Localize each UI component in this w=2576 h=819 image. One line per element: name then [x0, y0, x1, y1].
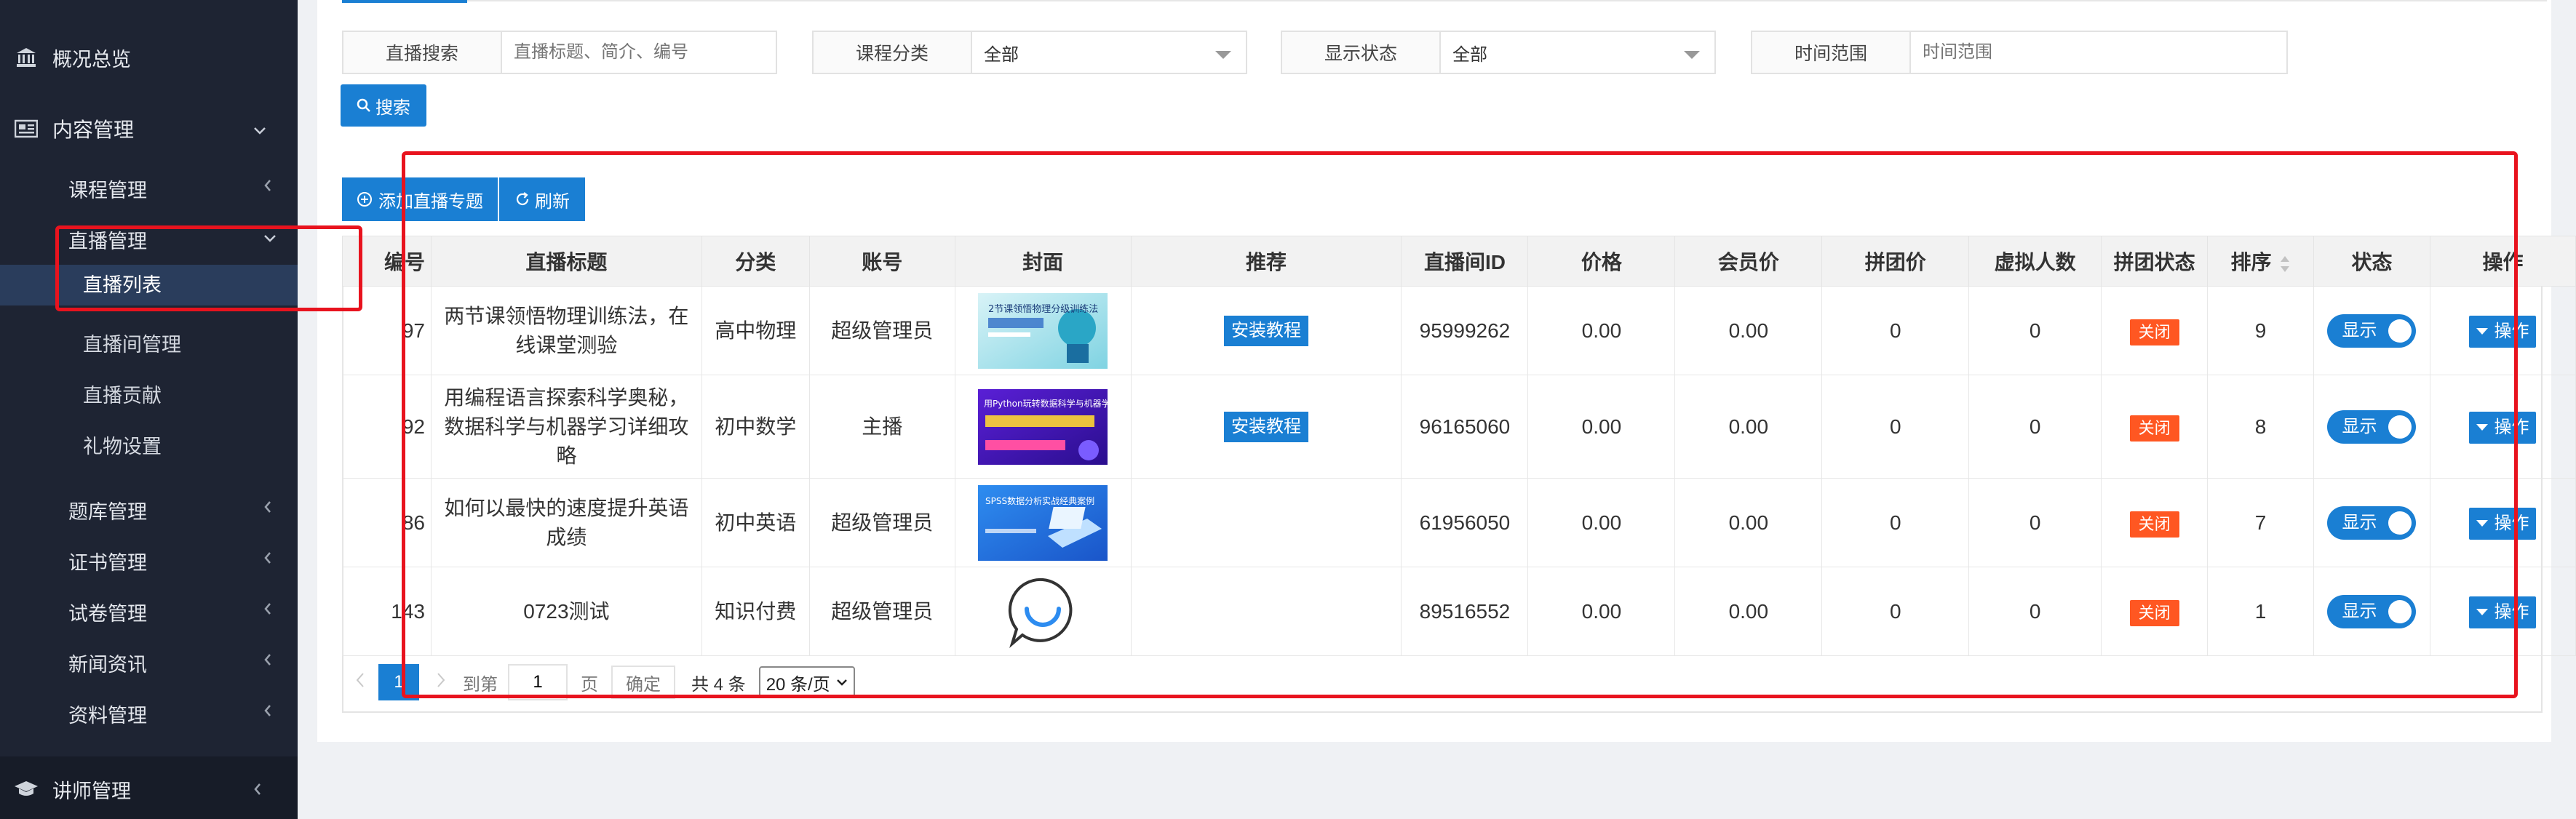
nav-question-bank[interactable]: 题库管理 — [0, 496, 298, 525]
highlight-box-nav — [55, 225, 362, 311]
search-label: 直播搜索 — [342, 31, 502, 74]
status-select-value: 全部 — [1452, 44, 1487, 65]
caret-down-icon — [1215, 51, 1231, 59]
nav-live-contribution-label: 直播贡献 — [83, 385, 162, 407]
chevron-left-icon — [263, 496, 272, 519]
nav-news[interactable]: 新闻资讯 — [0, 649, 298, 678]
status-label: 显示状态 — [1281, 31, 1441, 74]
search-button-label: 搜索 — [375, 97, 410, 118]
category-label: 课程分类 — [812, 31, 972, 74]
nav-materials[interactable]: 资料管理 — [0, 700, 298, 729]
chevron-left-icon — [263, 547, 272, 570]
search-input[interactable] — [502, 31, 777, 74]
chevron-left-icon — [263, 700, 272, 722]
chevron-left-icon — [263, 649, 272, 671]
nav-content-mgmt[interactable]: 内容管理 — [0, 112, 298, 145]
chevron-down-icon — [253, 118, 266, 140]
chevron-left-icon — [263, 175, 272, 197]
category-select-value: 全部 — [984, 44, 1019, 65]
category-select[interactable]: 全部 — [972, 31, 1247, 74]
nav-certificate[interactable]: 证书管理 — [0, 547, 298, 576]
tab-active-indicator — [342, 0, 467, 3]
sidebar: 概况总览 内容管理 课程管理 直播管理 直播列表 直播间管理 直播贡献 礼物设置… — [0, 0, 298, 819]
nav-exam-paper-label: 试卷管理 — [68, 603, 147, 625]
tab-bar — [342, 0, 2547, 3]
bank-icon — [13, 44, 39, 71]
nav-lecturer-mgmt[interactable]: 讲师管理 — [0, 772, 298, 806]
status-select[interactable]: 全部 — [1441, 31, 1716, 74]
nav-news-label: 新闻资讯 — [68, 654, 147, 676]
nav-live-contribution[interactable]: 直播贡献 — [0, 380, 298, 409]
time-label: 时间范围 — [1751, 31, 1911, 74]
search-button[interactable]: 搜索 — [341, 84, 426, 127]
nav-gift-settings-label: 礼物设置 — [83, 436, 162, 458]
search-icon — [357, 98, 370, 112]
plus-circle-icon — [357, 192, 372, 207]
nav-overview-label: 概况总览 — [52, 48, 131, 71]
prev-page-icon[interactable] — [342, 672, 378, 693]
nav-exam-paper[interactable]: 试卷管理 — [0, 598, 298, 627]
nav-live-room-mgmt-label: 直播间管理 — [83, 334, 181, 356]
nav-lecturer-mgmt-label: 讲师管理 — [52, 780, 131, 802]
nav-gift-settings[interactable]: 礼物设置 — [0, 431, 298, 460]
nav-certificate-label: 证书管理 — [68, 552, 147, 574]
nav-live-room-mgmt[interactable]: 直播间管理 — [0, 329, 298, 358]
nav-question-bank-label: 题库管理 — [68, 501, 147, 523]
time-range-input[interactable] — [1911, 31, 2288, 74]
caret-down-icon — [1684, 51, 1700, 59]
nav-course-mgmt[interactable]: 课程管理 — [0, 175, 298, 204]
chevron-left-icon — [253, 778, 262, 801]
nav-materials-label: 资料管理 — [68, 705, 147, 727]
nav-content-mgmt-label: 内容管理 — [52, 119, 135, 141]
nav-overview[interactable]: 概况总览 — [0, 41, 298, 74]
highlight-box-table — [402, 151, 2518, 698]
graduation-cap-icon — [13, 776, 39, 802]
nav-course-mgmt-label: 课程管理 — [68, 180, 147, 201]
chevron-left-icon — [263, 598, 272, 620]
newspaper-icon — [13, 116, 39, 142]
